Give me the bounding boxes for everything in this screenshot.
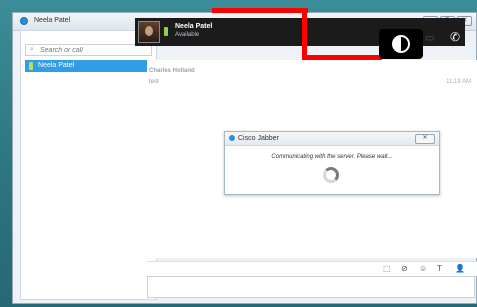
record-button[interactable]: [379, 29, 423, 59]
avatar[interactable]: [138, 21, 160, 43]
dialog-message: Communicating with the server. Please wa…: [271, 154, 393, 160]
annotation-line-vertical: [302, 8, 307, 60]
window-title: Neela Patel: [34, 17, 71, 24]
search-input[interactable]: [40, 45, 148, 55]
chat-contact-status: Available: [175, 32, 200, 38]
search-box[interactable]: ⌕: [25, 44, 152, 56]
message-toolbar: ⬚ ⊘ ☺ T 👤: [147, 261, 477, 276]
presence-indicator: [29, 62, 33, 70]
dialog-title-bar: Cisco Jabber ✕: [225, 132, 439, 146]
dialog-close-button[interactable]: ✕: [415, 134, 435, 144]
message-author: Charles Holland: [149, 68, 195, 74]
presence-indicator: [164, 27, 168, 36]
message-input[interactable]: [148, 277, 474, 297]
connecting-dialog: Cisco Jabber ✕ Communicating with the se…: [224, 131, 440, 195]
contact-item-neela-patel[interactable]: Neela Patel: [25, 60, 152, 72]
add-participant-icon[interactable]: 👤: [455, 264, 465, 273]
search-icon: ⌕: [30, 46, 34, 53]
font-icon[interactable]: T: [437, 264, 442, 273]
message-input-area[interactable]: [147, 276, 475, 298]
dialog-title: Cisco Jabber: [238, 135, 279, 142]
screen-share-icon[interactable]: ▭: [425, 33, 434, 44]
contact-name: Neela Patel: [38, 62, 75, 69]
chat-contact-name: Neela Patel: [175, 23, 213, 30]
record-icon: [392, 35, 410, 53]
emoticon-icon[interactable]: ☺: [419, 264, 427, 273]
message-text: test: [149, 79, 159, 85]
screen-capture-icon[interactable]: ⬚: [383, 264, 391, 273]
jabber-app-icon: [229, 135, 235, 141]
phone-icon[interactable]: ✆: [450, 30, 460, 44]
jabber-app-icon: [20, 17, 28, 25]
loading-spinner-icon: [323, 167, 339, 183]
attachment-icon[interactable]: ⊘: [401, 264, 408, 273]
contacts-sidebar: ⌕ Neela Patel: [20, 30, 157, 300]
message-time: 11:19 AM: [446, 79, 471, 85]
annotation-line-top: [212, 8, 308, 13]
